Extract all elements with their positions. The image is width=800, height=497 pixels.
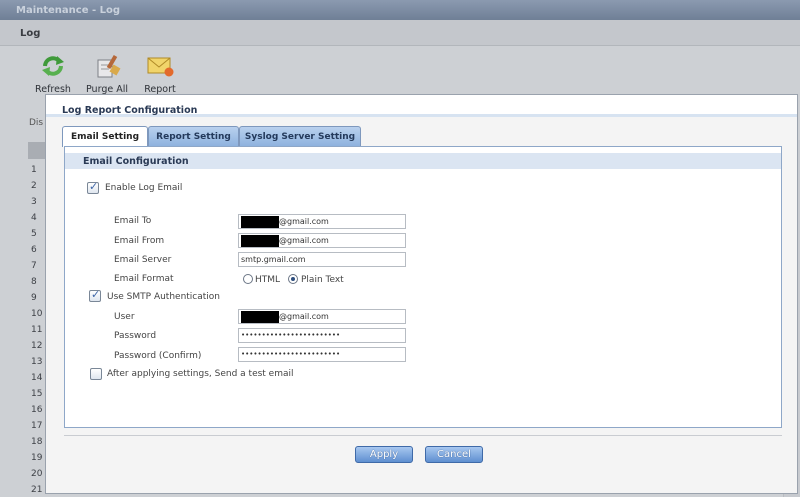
row-number: 13 [31,357,43,367]
window-title: Maintenance - Log [0,0,800,20]
check-icon: ✓ [89,180,99,193]
format-plain-text-label: Plain Text [301,275,344,285]
email-from-field[interactable]: @gmail.com [238,233,406,248]
check-icon: ✓ [91,288,101,301]
table-header [28,142,46,159]
password-confirm-label: Password (Confirm) [114,351,202,361]
row-number: 12 [31,341,43,351]
format-plain-text-radio[interactable] [288,274,298,284]
apply-button[interactable]: Apply [355,446,413,463]
row-number: 9 [31,293,37,303]
format-html-label: HTML [255,275,281,285]
enable-log-email-label: Enable Log Email [105,183,183,193]
tab-report-setting[interactable]: Report Setting [148,126,239,146]
row-number: 6 [31,245,37,255]
row-number: 16 [31,405,43,415]
refresh-button[interactable]: Refresh [30,54,76,95]
row-number: 17 [31,421,43,431]
purge-all-button[interactable]: Purge All [84,54,130,95]
redaction-block [241,235,279,247]
row-number: 11 [31,325,43,335]
row-number: 1 [31,165,37,175]
password-label: Password [114,331,157,341]
smtp-auth-checkbox[interactable]: ✓ [89,288,101,302]
email-server-field[interactable]: smtp.gmail.com [238,252,406,267]
user-field[interactable]: @gmail.com [238,309,406,324]
smtp-auth-label: Use SMTP Authentication [107,292,221,302]
row-number: 15 [31,389,43,399]
redaction-block [241,311,279,323]
row-number: 5 [31,229,37,239]
row-number: 21 [31,485,43,495]
refresh-icon [39,54,67,78]
password-confirm-field[interactable]: •••••••••••••••••••••••• [238,347,406,362]
email-setting-panel: Email Configuration ✓ Enable Log Email E… [64,146,782,428]
row-number: 18 [31,437,43,447]
section-title: Email Configuration [65,153,781,169]
password-field[interactable]: •••••••••••••••••••••••• [238,328,406,343]
enable-log-email-checkbox[interactable]: ✓ [87,180,99,194]
report-button[interactable]: Report [137,54,183,95]
email-to-label: Email To [114,216,152,226]
row-number: 4 [31,213,37,223]
dialog-title: Log Report Configuration [46,95,797,117]
redaction-block [241,216,279,228]
tab-syslog-server-setting[interactable]: Syslog Server Setting [239,126,361,146]
send-test-email-checkbox[interactable] [90,368,102,380]
page-header: Log [0,20,800,46]
email-to-field[interactable]: @gmail.com [238,214,406,229]
tab-email-setting[interactable]: Email Setting [62,126,148,147]
email-server-label: Email Server [114,255,172,265]
format-html-radio[interactable] [243,274,253,284]
row-number: 19 [31,453,43,463]
row-number: 20 [31,469,43,479]
purge-icon [93,54,121,78]
partial-label: Dis [29,118,44,128]
row-number: 2 [31,181,37,191]
send-test-email-label: After applying settings, Send a test ema… [107,369,294,379]
email-from-label: Email From [114,236,165,246]
row-number: 10 [31,309,43,319]
email-format-label: Email Format [114,274,174,284]
row-number: 3 [31,197,37,207]
envelope-icon [146,54,174,78]
row-number: 14 [31,373,43,383]
row-number: 8 [31,277,37,287]
cancel-button[interactable]: Cancel [425,446,483,463]
log-report-dialog: Log Report Configuration Email Setting R… [45,94,798,494]
user-label: User [114,312,135,322]
row-number: 7 [31,261,37,271]
button-divider [64,435,782,436]
